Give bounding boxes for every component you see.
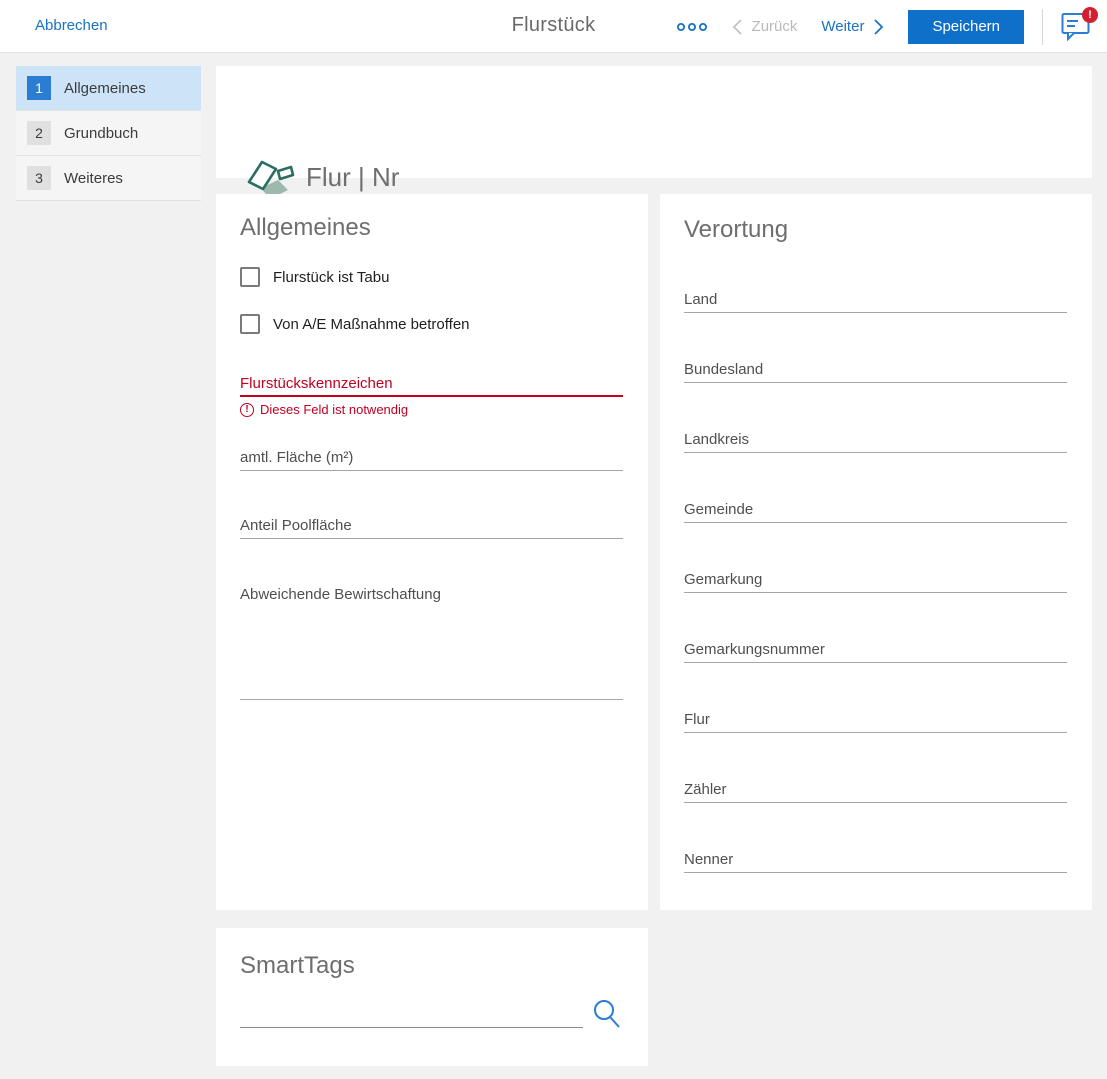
smarttags-card: SmartTags bbox=[216, 928, 648, 1066]
error-count-badge: ! bbox=[1082, 7, 1098, 23]
record-header-card: Flur | Nr bbox=[216, 66, 1092, 178]
verortung-card: Verortung Land Bundesland Landkreis Geme… bbox=[660, 194, 1092, 910]
field-gemarkung[interactable]: Gemarkung bbox=[684, 570, 1067, 593]
section-title-allgemeines: Allgemeines bbox=[240, 214, 371, 242]
checkbox-box bbox=[240, 314, 260, 334]
next-button[interactable]: Weiter bbox=[821, 18, 884, 36]
comments-button[interactable]: ! bbox=[1061, 12, 1093, 42]
field-underline bbox=[684, 592, 1067, 593]
error-message: Dieses Feld ist notwendig bbox=[260, 402, 408, 417]
chevron-left-icon bbox=[732, 18, 743, 36]
field-abweichende-bewirtschaftung[interactable] bbox=[240, 699, 623, 700]
field-label-abweichende-bewirtschaftung: Abweichende Bewirtschaftung bbox=[240, 586, 441, 603]
field-underline bbox=[684, 452, 1067, 453]
record-title: Flur | Nr bbox=[306, 162, 399, 193]
section-title-smarttags: SmartTags bbox=[240, 952, 355, 980]
field-label: Gemarkungsnummer bbox=[684, 640, 1067, 660]
field-bundesland[interactable]: Bundesland bbox=[684, 360, 1067, 383]
field-underline bbox=[684, 872, 1067, 873]
field-underline bbox=[240, 395, 623, 397]
field-underline bbox=[240, 470, 623, 471]
sidebar-item-grundbuch[interactable]: 2 Grundbuch bbox=[16, 111, 201, 156]
allgemeines-card: Allgemeines Flurstück ist Tabu Von A/E M… bbox=[216, 194, 648, 910]
more-options-icon[interactable] bbox=[676, 22, 708, 32]
sidebar-item-weiteres[interactable]: 3 Weiteres bbox=[16, 156, 201, 201]
field-gemarkungsnummer[interactable]: Gemarkungsnummer bbox=[684, 640, 1067, 663]
checkbox-ae-massnahme[interactable]: Von A/E Maßnahme betroffen bbox=[240, 314, 470, 334]
field-flurstueckskennzeichen[interactable]: Flurstückskennzeichen ! Dieses Feld ist … bbox=[240, 374, 623, 417]
top-bar: Abbrechen Flurstück Zurück Weiter Speich… bbox=[0, 0, 1107, 53]
field-underline bbox=[684, 802, 1067, 803]
field-label: Nenner bbox=[684, 850, 1067, 870]
field-label: Flur bbox=[684, 710, 1067, 730]
checkbox-box bbox=[240, 267, 260, 287]
sidebar-item-label: Allgemeines bbox=[64, 80, 146, 97]
search-icon[interactable] bbox=[592, 998, 622, 1034]
section-nav: 1 Allgemeines 2 Grundbuch 3 Weiteres bbox=[16, 66, 201, 201]
field-land[interactable]: Land bbox=[684, 290, 1067, 313]
flurstueck-form-page: Abbrechen Flurstück Zurück Weiter Speich… bbox=[0, 0, 1107, 1079]
chevron-right-icon bbox=[873, 18, 884, 36]
step-number: 1 bbox=[27, 76, 51, 100]
field-landkreis[interactable]: Landkreis bbox=[684, 430, 1067, 453]
checkbox-label: Flurstück ist Tabu bbox=[273, 269, 389, 286]
field-zaehler[interactable]: Zähler bbox=[684, 780, 1067, 803]
field-underline bbox=[684, 382, 1067, 383]
back-button[interactable]: Zurück bbox=[732, 18, 798, 36]
sidebar-item-label: Weiteres bbox=[64, 170, 123, 187]
field-label: Landkreis bbox=[684, 430, 1067, 450]
field-label: Bundesland bbox=[684, 360, 1067, 380]
field-underline bbox=[684, 522, 1067, 523]
field-label: Gemarkung bbox=[684, 570, 1067, 590]
step-number: 3 bbox=[27, 166, 51, 190]
smarttags-search-input[interactable] bbox=[240, 998, 583, 1028]
field-anteil-poolflaeche[interactable]: Anteil Poolfläche bbox=[240, 516, 623, 539]
field-amtl-flaeche[interactable]: amtl. Fläche (m²) bbox=[240, 448, 623, 471]
error-exclamation-icon: ! bbox=[240, 403, 254, 417]
field-underline bbox=[684, 662, 1067, 663]
save-button[interactable]: Speichern bbox=[908, 10, 1024, 44]
field-underline bbox=[240, 538, 623, 539]
field-underline bbox=[684, 732, 1067, 733]
field-label: Land bbox=[684, 290, 1067, 310]
field-flur[interactable]: Flur bbox=[684, 710, 1067, 733]
field-label: Zähler bbox=[684, 780, 1067, 800]
field-label: Gemeinde bbox=[684, 500, 1067, 520]
sidebar-item-allgemeines[interactable]: 1 Allgemeines bbox=[16, 66, 201, 111]
top-bar-actions: Zurück Weiter Speichern bbox=[676, 0, 1093, 53]
smarttags-search-row bbox=[240, 998, 623, 1030]
section-title-verortung: Verortung bbox=[684, 216, 788, 244]
sidebar-item-label: Grundbuch bbox=[64, 125, 138, 142]
field-gemeinde[interactable]: Gemeinde bbox=[684, 500, 1067, 523]
field-label: amtl. Fläche (m²) bbox=[240, 448, 623, 468]
field-label: Flurstückskennzeichen bbox=[240, 374, 623, 394]
page-title: Flurstück bbox=[512, 14, 596, 37]
toolbar-divider bbox=[1042, 9, 1043, 45]
cancel-button[interactable]: Abbrechen bbox=[35, 17, 108, 34]
checkbox-label: Von A/E Maßnahme betroffen bbox=[273, 316, 470, 333]
validation-error: ! Dieses Feld ist notwendig bbox=[240, 402, 623, 417]
checkbox-flurstueck-ist-tabu[interactable]: Flurstück ist Tabu bbox=[240, 267, 389, 287]
field-label: Anteil Poolfläche bbox=[240, 516, 623, 536]
field-underline bbox=[684, 312, 1067, 313]
step-number: 2 bbox=[27, 121, 51, 145]
field-nenner[interactable]: Nenner bbox=[684, 850, 1067, 873]
